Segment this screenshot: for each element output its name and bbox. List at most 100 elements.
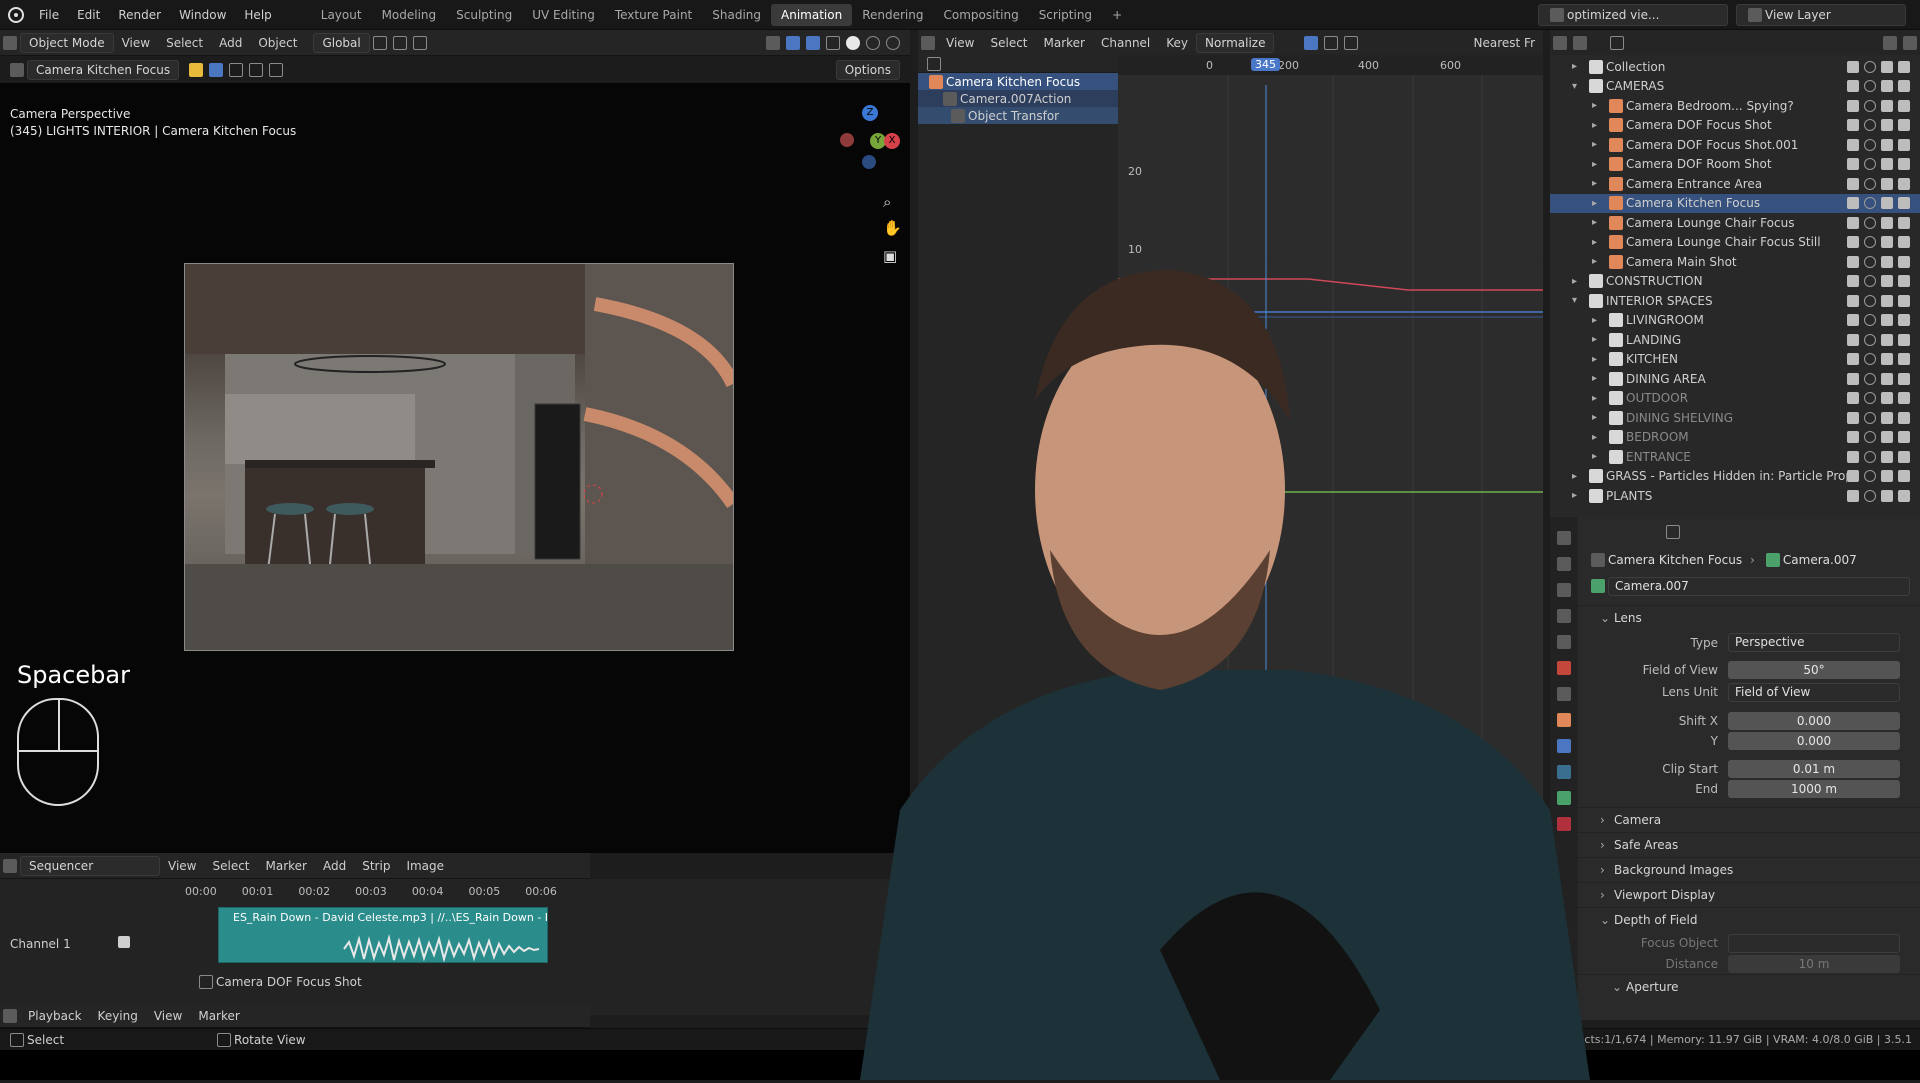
- gizmo-z-axis[interactable]: Z: [862, 105, 878, 121]
- viewport-disable-icon[interactable]: [1881, 333, 1893, 346]
- eye-icon[interactable]: [1864, 80, 1876, 93]
- visibility-icon[interactable]: [766, 35, 780, 50]
- navigation-gizmo[interactable]: Z Y X: [840, 105, 900, 169]
- pivot-icon[interactable]: [372, 35, 387, 50]
- 3d-viewport[interactable]: Camera Perspective (345) LIGHTS INTERIOR…: [0, 83, 910, 853]
- render-disable-icon[interactable]: [1898, 236, 1910, 249]
- focus-object-field[interactable]: [1728, 933, 1900, 953]
- viewport-menu-view[interactable]: View: [114, 36, 158, 50]
- viewport-menu-select[interactable]: Select: [158, 36, 211, 50]
- render-disable-icon[interactable]: [1898, 216, 1910, 229]
- eye-icon[interactable]: [1864, 158, 1876, 171]
- frame-ruler[interactable]: [1118, 55, 1543, 75]
- viewport-disable-icon[interactable]: [1881, 489, 1893, 502]
- graph-editor-type-icon[interactable]: [921, 35, 935, 50]
- workspace-tab-shading[interactable]: Shading: [702, 0, 771, 30]
- visibility-toggles[interactable]: [1847, 333, 1920, 346]
- outliner-search-icon[interactable]: [1610, 35, 1624, 50]
- exclude-checkbox-icon[interactable]: [1847, 138, 1859, 151]
- viewport-disable-icon[interactable]: [1881, 275, 1893, 288]
- camera-select-dropdown[interactable]: Camera Kitchen Focus: [27, 59, 180, 80]
- outliner-item[interactable]: ▸ Collection: [1550, 57, 1920, 77]
- gizmo-toggle-icon[interactable]: [786, 35, 800, 50]
- shift-y-field[interactable]: 0.000: [1728, 732, 1900, 750]
- exclude-checkbox-icon[interactable]: [1847, 470, 1859, 483]
- seq-menu-add[interactable]: Add: [315, 859, 354, 873]
- outliner-item[interactable]: ▸ Camera DOF Room Shot: [1550, 155, 1920, 175]
- eye-icon[interactable]: [1864, 372, 1876, 385]
- expand-arrow-icon[interactable]: ▸: [1592, 354, 1606, 365]
- menu-render[interactable]: Render: [109, 0, 170, 30]
- eye-icon[interactable]: [1864, 411, 1876, 424]
- render-disable-icon[interactable]: [1898, 489, 1910, 502]
- datablock-icon[interactable]: [1591, 579, 1605, 593]
- outliner-item[interactable]: ▾ INTERIOR SPACES: [1550, 291, 1920, 311]
- viewport-disable-icon[interactable]: [1881, 177, 1893, 190]
- workspace-tab-uv-editing[interactable]: UV Editing: [522, 0, 605, 30]
- dof-panel-header[interactable]: Depth of Field: [1578, 907, 1920, 932]
- viewport-menu-object[interactable]: Object: [250, 36, 305, 50]
- outliner-item[interactable]: ▸ PLANTS: [1550, 486, 1920, 506]
- proportional-edit-icon[interactable]: [412, 35, 427, 50]
- render-disable-icon[interactable]: [1898, 275, 1910, 288]
- visibility-toggles[interactable]: [1847, 158, 1920, 171]
- channel-search[interactable]: [918, 55, 1118, 73]
- camera-marker[interactable]: Camera DOF Focus Shot: [196, 975, 362, 989]
- render-disable-icon[interactable]: [1898, 314, 1910, 327]
- render-disable-icon[interactable]: [1898, 138, 1910, 151]
- viewport-menu-add[interactable]: Add: [211, 36, 250, 50]
- visibility-toggles[interactable]: [1847, 216, 1920, 229]
- zoom-icon[interactable]: ⌕: [883, 193, 891, 211]
- workspace-tab-scripting[interactable]: Scripting: [1029, 0, 1102, 30]
- render-disable-icon[interactable]: [1898, 450, 1910, 463]
- render-disable-icon[interactable]: [1898, 60, 1910, 73]
- visibility-toggles[interactable]: [1847, 489, 1920, 502]
- editor-type-icon[interactable]: [3, 35, 17, 50]
- viewport-disable-icon[interactable]: [1881, 255, 1893, 268]
- render-disable-icon[interactable]: [1898, 255, 1910, 268]
- shift-x-field[interactable]: 0.000: [1728, 712, 1900, 730]
- outliner-filter-icon[interactable]: [1883, 35, 1897, 50]
- normalize-toggle[interactable]: Normalize: [1196, 32, 1275, 53]
- expand-arrow-icon[interactable]: ▸: [1592, 198, 1606, 209]
- background-images-panel-header[interactable]: Background Images: [1578, 857, 1920, 882]
- viewport-disable-icon[interactable]: [1881, 80, 1893, 93]
- visibility-toggles[interactable]: [1847, 60, 1920, 73]
- select-intersect-icon[interactable]: [269, 62, 284, 77]
- select-box-icon[interactable]: [209, 62, 224, 77]
- outliner-item[interactable]: ▸ Camera Bedroom... Spying?: [1550, 96, 1920, 116]
- add-workspace-button[interactable]: +: [1102, 0, 1132, 30]
- gizmo-neg-x[interactable]: [840, 133, 854, 147]
- seq-menu-image[interactable]: Image: [398, 859, 452, 873]
- expand-arrow-icon[interactable]: ▸: [1592, 393, 1606, 404]
- render-disable-icon[interactable]: [1898, 392, 1910, 405]
- graph-menu-view[interactable]: View: [938, 36, 982, 50]
- view-layer-selector[interactable]: View Layer: [1736, 4, 1906, 26]
- channel-object[interactable]: Camera Kitchen Focus: [918, 73, 1118, 90]
- rendered-shading-icon[interactable]: [886, 35, 900, 50]
- workspace-tab-animation[interactable]: Animation: [771, 3, 853, 26]
- exclude-checkbox-icon[interactable]: [1847, 119, 1859, 132]
- clip-end-field[interactable]: 1000 m: [1728, 780, 1900, 798]
- exclude-checkbox-icon[interactable]: [1847, 80, 1859, 93]
- outliner-item[interactable]: ▸ ENTRANCE: [1550, 447, 1920, 467]
- eye-icon[interactable]: [1864, 255, 1876, 268]
- timeline-type-icon[interactable]: [3, 1008, 17, 1023]
- exclude-checkbox-icon[interactable]: [1847, 333, 1859, 346]
- viewport-disable-icon[interactable]: [1881, 216, 1893, 229]
- render-disable-icon[interactable]: [1898, 372, 1910, 385]
- viewport-disable-icon[interactable]: [1881, 392, 1893, 405]
- render-disable-icon[interactable]: [1898, 119, 1910, 132]
- new-collection-icon[interactable]: [1903, 35, 1917, 50]
- visibility-toggles[interactable]: [1847, 177, 1920, 190]
- visibility-toggles[interactable]: [1847, 450, 1920, 463]
- viewport-disable-icon[interactable]: [1881, 158, 1893, 171]
- outliner-item[interactable]: ▸ OUTDOOR: [1550, 389, 1920, 409]
- viewport-disable-icon[interactable]: [1881, 294, 1893, 307]
- show-hidden-icon[interactable]: [1324, 35, 1339, 50]
- only-selected-icon[interactable]: [1304, 35, 1319, 50]
- graph-menu-channel[interactable]: Channel: [1093, 36, 1158, 50]
- exclude-checkbox-icon[interactable]: [1847, 236, 1859, 249]
- sequencer-mode-dropdown[interactable]: Sequencer: [20, 855, 160, 876]
- visibility-toggles[interactable]: [1847, 294, 1920, 307]
